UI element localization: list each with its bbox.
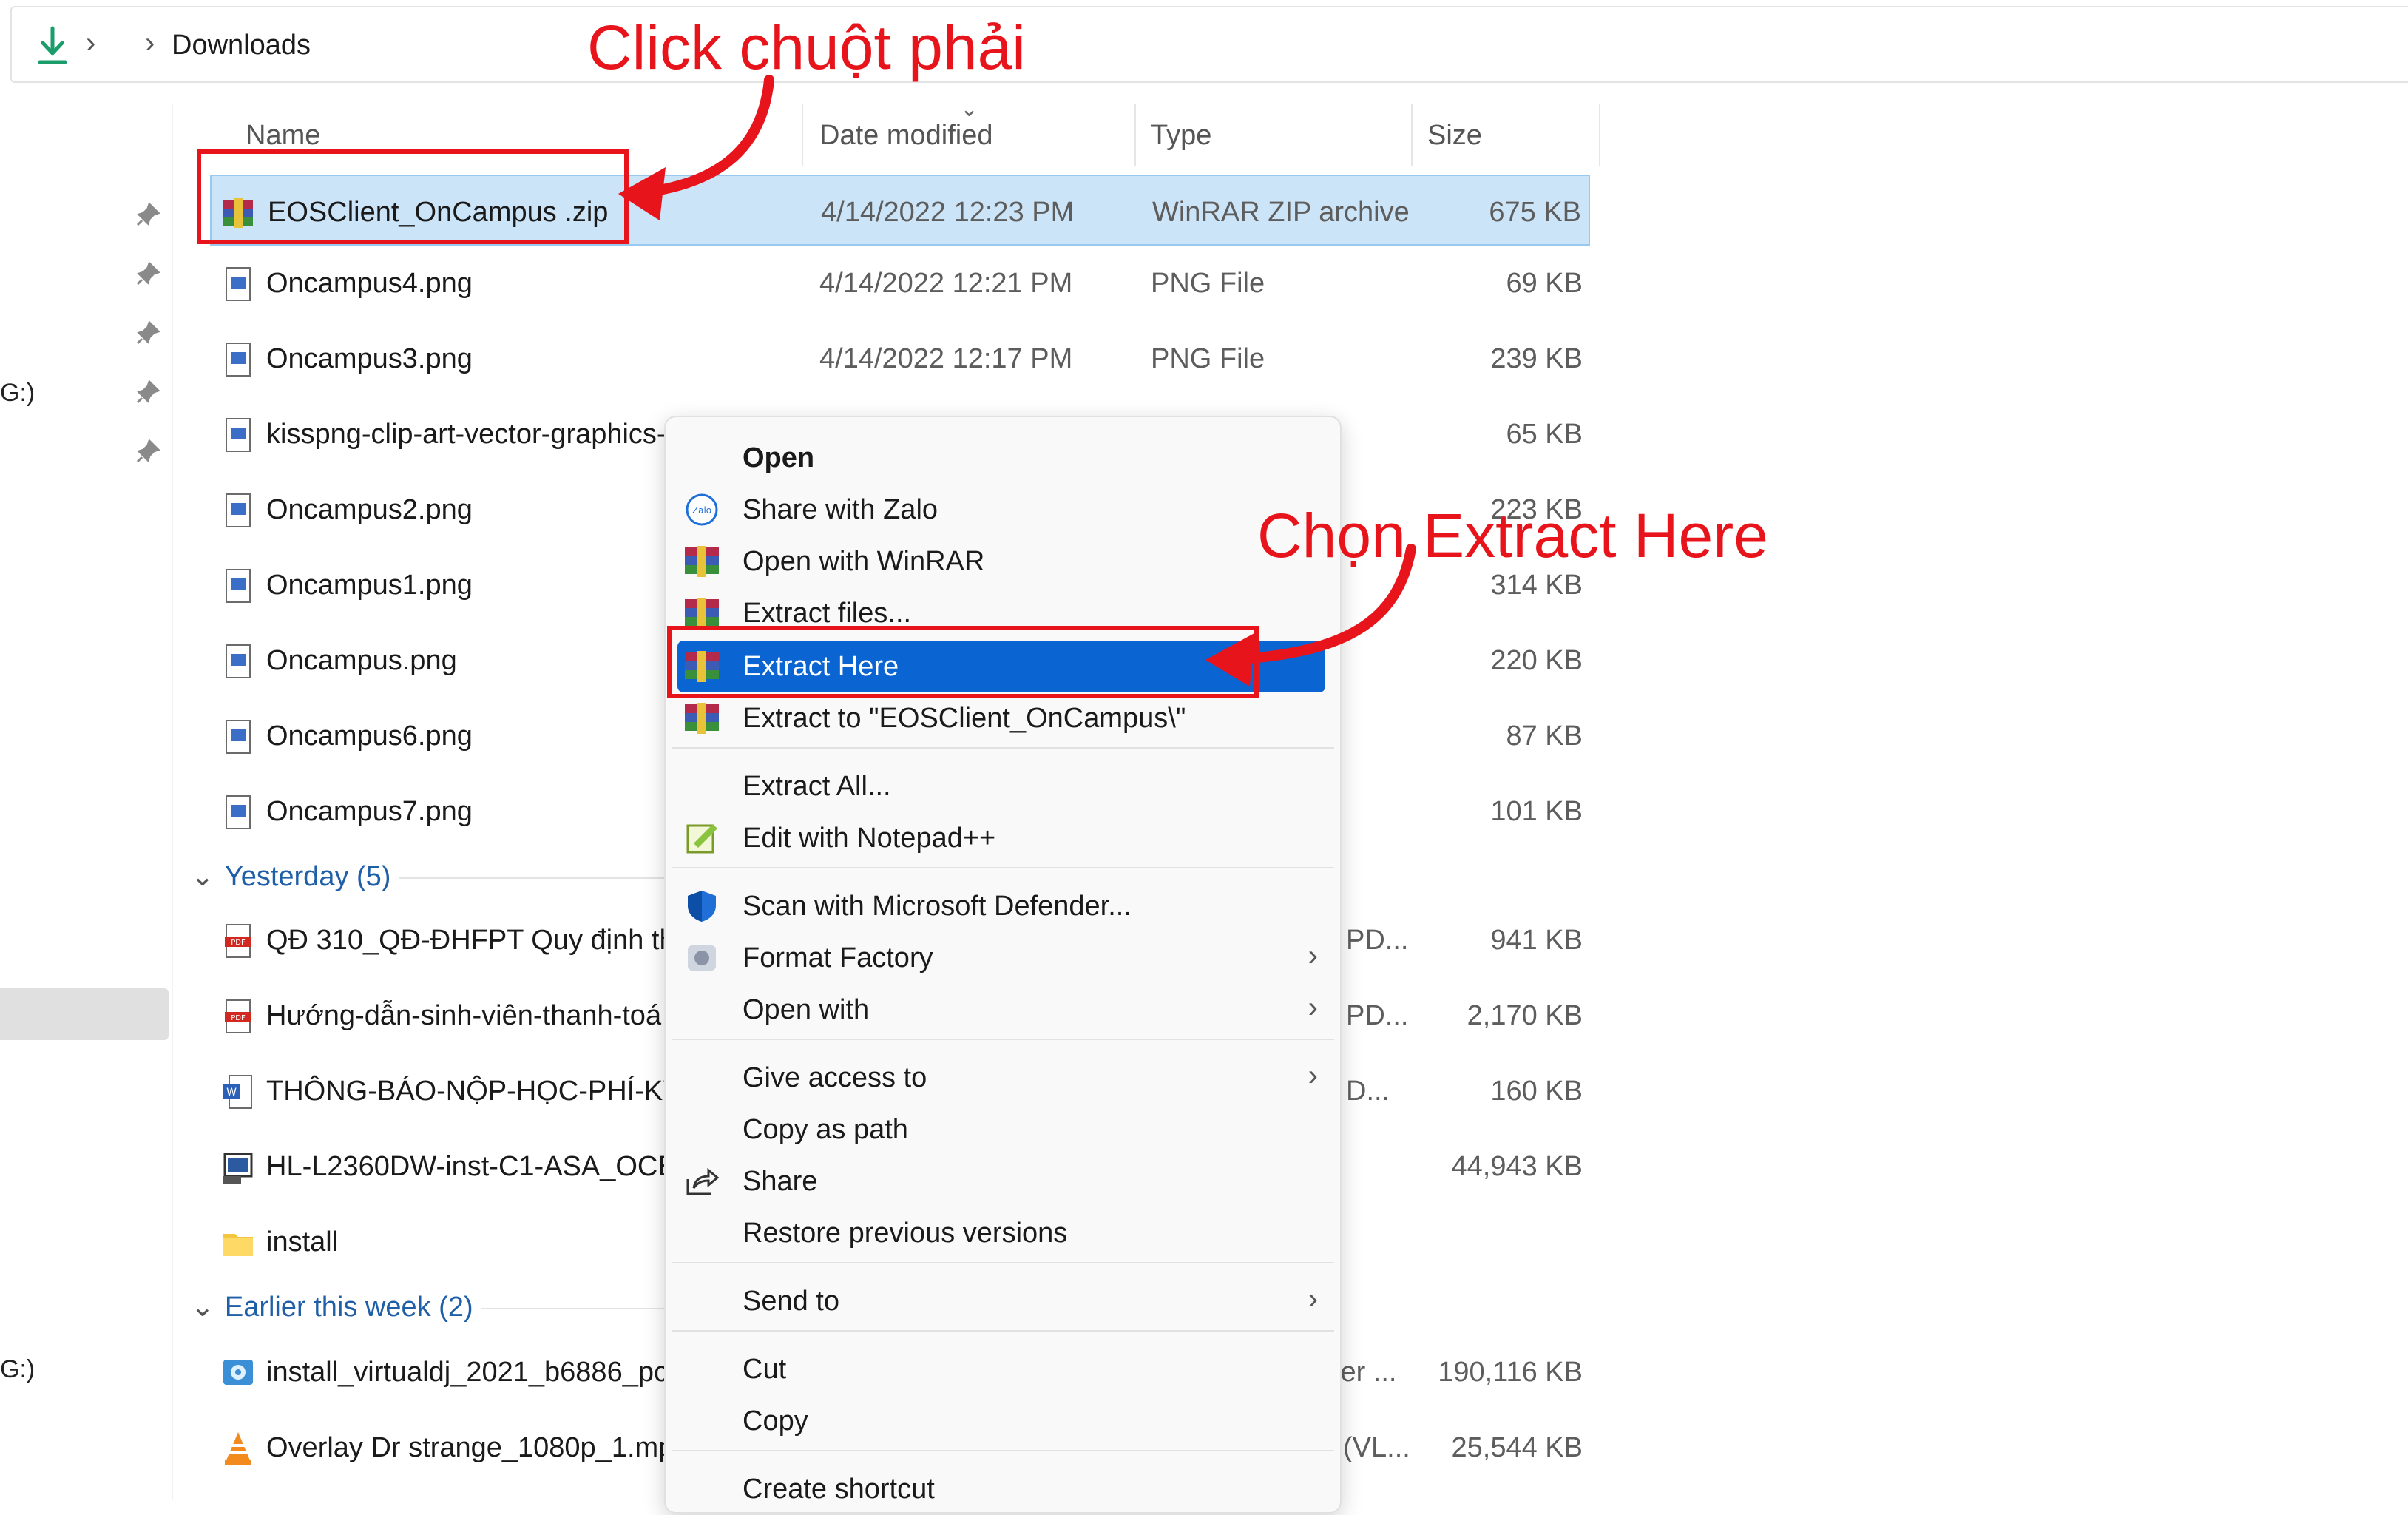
annotation-arrows	[618, 75, 1416, 686]
arrow-head-extract-here	[1205, 633, 1254, 686]
arrow-head-zip-file	[618, 167, 666, 220]
arrow-to-extract-here	[1222, 544, 1416, 665]
